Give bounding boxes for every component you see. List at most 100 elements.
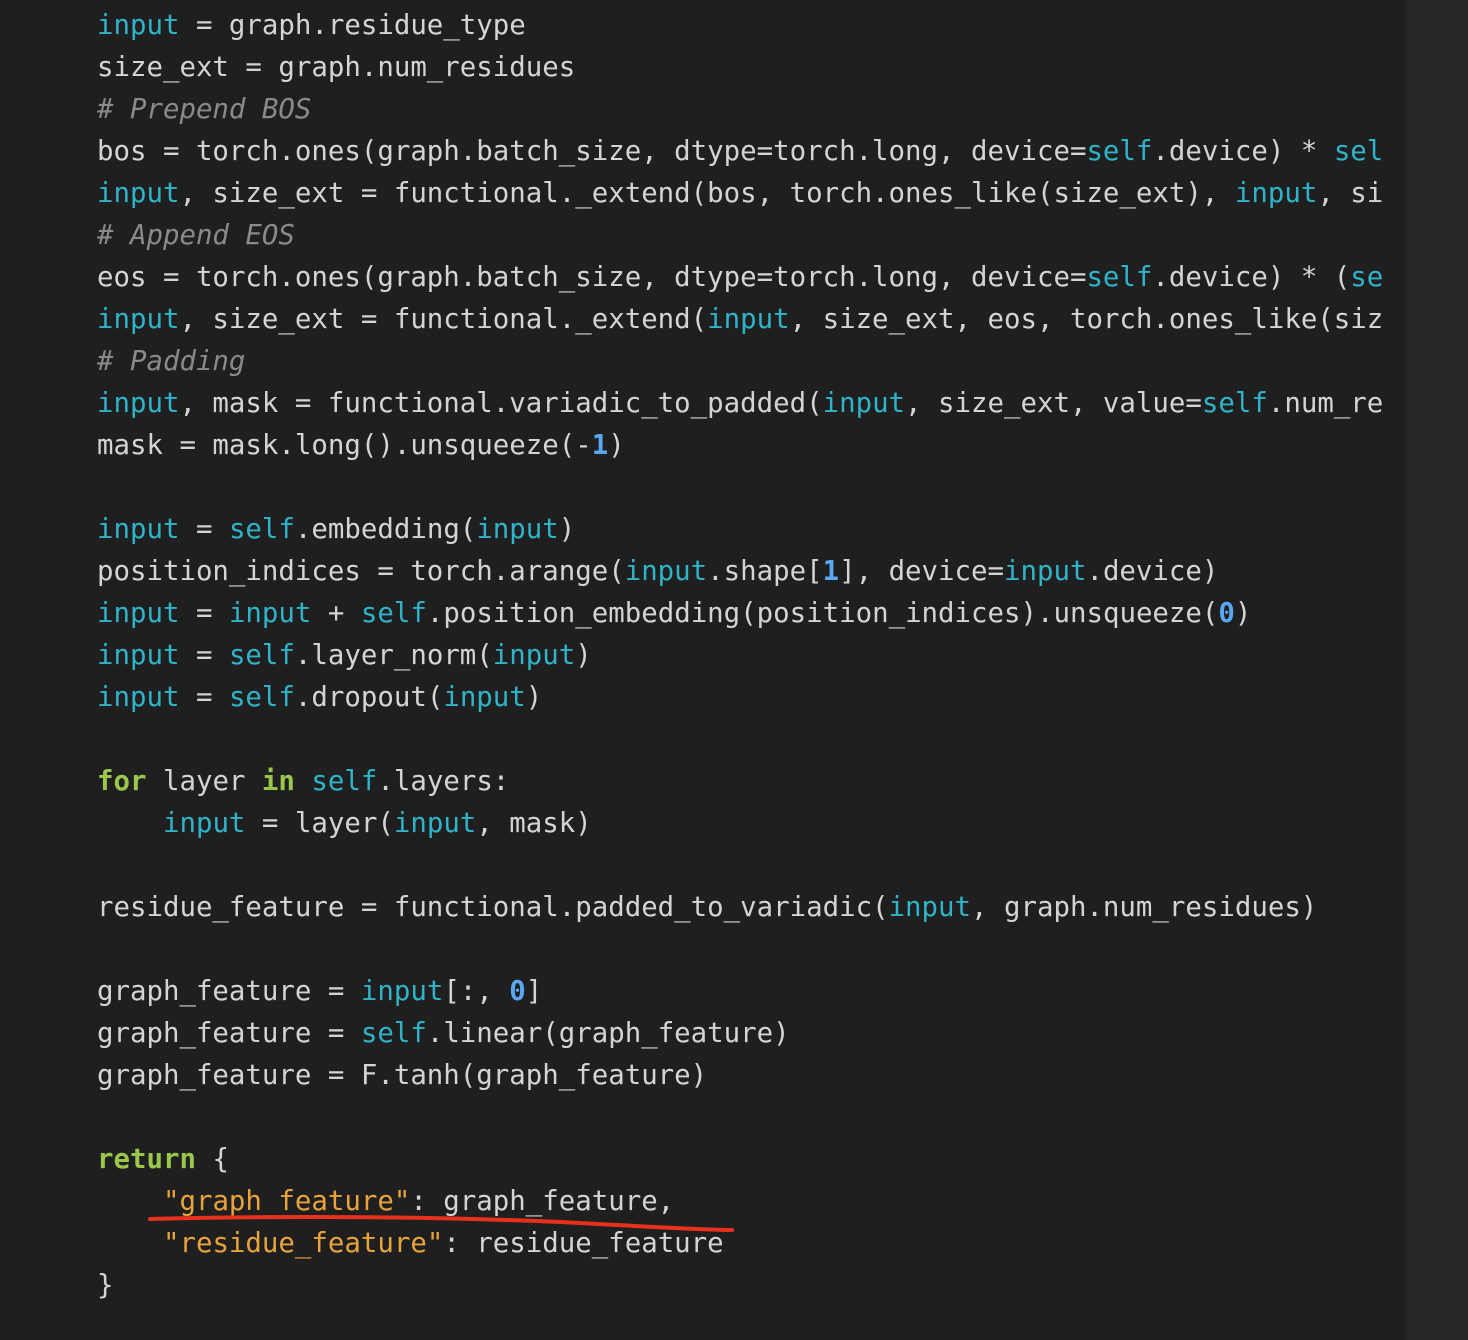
- code-line[interactable]: [97, 929, 1406, 971]
- code-token: graph_feature = F.tanh(graph_feature): [97, 1060, 708, 1091]
- code-token: input: [1004, 556, 1087, 587]
- code-token: ], device=: [839, 556, 1004, 587]
- code-token: input: [97, 682, 180, 713]
- code-token: # Prepend BOS: [97, 94, 312, 125]
- code-line[interactable]: }: [97, 1265, 1406, 1307]
- code-line[interactable]: input = self.layer_norm(input): [97, 635, 1406, 677]
- code-token: input: [228, 598, 312, 629]
- code-token: = layer(: [245, 808, 394, 839]
- code-token: ): [608, 430, 625, 461]
- code-token: input: [360, 976, 444, 1007]
- code-token: self: [1086, 136, 1153, 167]
- code-line[interactable]: input, mask = functional.variadic_to_pad…: [97, 383, 1406, 425]
- code-token: input: [97, 598, 180, 629]
- code-token: ]: [525, 976, 543, 1007]
- code-line[interactable]: input = graph.residue_type: [97, 5, 1406, 47]
- code-token: : graph_feature,: [410, 1186, 675, 1217]
- code-line[interactable]: [97, 845, 1406, 887]
- code-token: 0: [509, 976, 526, 1007]
- code-token: +: [311, 598, 361, 629]
- code-line[interactable]: graph_feature = self.linear(graph_featur…: [97, 1013, 1406, 1055]
- code-token: .layer_norm(: [294, 640, 493, 671]
- code-line[interactable]: bos = torch.ones(graph.batch_size, dtype…: [97, 131, 1406, 173]
- code-token: "residue_feature": [162, 1228, 444, 1259]
- code-token: self: [228, 514, 295, 545]
- code-token: ): [575, 640, 592, 671]
- code-token: , size_ext, eos, torch.ones_like(siz: [789, 304, 1384, 335]
- code-line[interactable]: for layer in self.layers:: [97, 761, 1406, 803]
- code-token: size_ext = graph.num_residues: [97, 52, 576, 83]
- code-token: input: [1234, 178, 1318, 209]
- code-line[interactable]: position_indices = torch.arange(input.sh…: [97, 551, 1406, 593]
- code-line[interactable]: input = layer(input, mask): [97, 803, 1406, 845]
- code-token: residue_feature = functional.padded_to_v…: [97, 892, 889, 923]
- code-token: position_indices = torch.arange(: [97, 556, 625, 587]
- code-line[interactable]: "graph_feature": graph_feature,: [97, 1181, 1406, 1223]
- code-token: .device) * (: [1152, 262, 1351, 293]
- code-token: , size_ext = functional._extend(bos, tor…: [179, 178, 1235, 209]
- code-token: ): [525, 682, 543, 713]
- code-token: return: [97, 1144, 196, 1175]
- code-line[interactable]: [97, 1097, 1406, 1139]
- code-token: .linear(graph_feature): [426, 1018, 790, 1049]
- code-token: 0: [1218, 598, 1235, 629]
- code-line[interactable]: input, size_ext = functional._extend(inp…: [97, 299, 1406, 341]
- code-token: self: [1086, 262, 1153, 293]
- code-line[interactable]: # Append EOS: [97, 215, 1406, 257]
- code-line[interactable]: return {: [97, 1139, 1406, 1181]
- code-line[interactable]: graph_feature = F.tanh(graph_feature): [97, 1055, 1406, 1097]
- code-token: sel: [1333, 136, 1384, 167]
- code-token: input: [624, 556, 708, 587]
- code-token: input: [97, 388, 180, 419]
- code-token: 1: [591, 430, 609, 461]
- code-line[interactable]: size_ext = graph.num_residues: [97, 47, 1406, 89]
- code-line[interactable]: eos = torch.ones(graph.batch_size, dtype…: [97, 257, 1406, 299]
- code-line[interactable]: [97, 719, 1406, 761]
- code-line[interactable]: input, size_ext = functional._extend(bos…: [97, 173, 1406, 215]
- code-token: mask = mask.long().unsqueeze(-: [97, 430, 592, 461]
- code-token: , si: [1317, 178, 1384, 209]
- code-token: bos = torch.ones(graph.batch_size, dtype…: [97, 136, 1087, 167]
- code-editor[interactable]: input = graph.residue_type size_ext = gra…: [0, 0, 1406, 1340]
- code-token: input: [492, 640, 576, 671]
- code-token: input: [822, 388, 906, 419]
- code-line[interactable]: # Prepend BOS: [97, 89, 1406, 131]
- code-token: "graph_feature": [162, 1186, 411, 1217]
- code-token: 1: [822, 556, 840, 587]
- code-token: graph_feature =: [97, 1018, 361, 1049]
- code-line[interactable]: residue_feature = functional.padded_to_v…: [97, 887, 1406, 929]
- code-line[interactable]: graph_feature = input[:, 0]: [97, 971, 1406, 1013]
- code-token: input: [97, 304, 180, 335]
- code-token: .num_re: [1267, 388, 1384, 419]
- code-token: eos = torch.ones(graph.batch_size, dtype…: [97, 262, 1087, 293]
- code-token: layer: [146, 766, 262, 797]
- code-line[interactable]: input = self.dropout(input): [97, 677, 1406, 719]
- code-token: input: [443, 682, 526, 713]
- code-token: .embedding(: [294, 514, 477, 545]
- code-token: input: [97, 10, 180, 41]
- code-token: =: [179, 514, 229, 545]
- code-token: input: [393, 808, 477, 839]
- code-line[interactable]: # Padding: [97, 341, 1406, 383]
- code-line[interactable]: [97, 467, 1406, 509]
- code-token: {: [195, 1144, 229, 1175]
- code-token: = graph.residue_type: [179, 10, 526, 41]
- code-token: input: [97, 514, 180, 545]
- code-line[interactable]: input = input + self.position_embedding(…: [97, 593, 1406, 635]
- code-line[interactable]: input = self.embedding(input): [97, 509, 1406, 551]
- code-token: input: [162, 808, 246, 839]
- code-token: input: [476, 514, 559, 545]
- code-token: .dropout(: [294, 682, 444, 713]
- code-line[interactable]: "residue_feature": residue_feature: [97, 1223, 1406, 1265]
- code-token: =: [179, 640, 229, 671]
- code-token: input: [707, 304, 790, 335]
- code-token: .position_embedding(position_indices).un…: [426, 598, 1219, 629]
- code-token: # Padding: [97, 346, 246, 377]
- code-token: =: [179, 682, 229, 713]
- code-token: ): [558, 514, 576, 545]
- code-line[interactable]: mask = mask.long().unsqueeze(-1): [97, 425, 1406, 467]
- code-token: .device): [1086, 556, 1219, 587]
- code-content[interactable]: input = graph.residue_type size_ext = gra…: [97, 5, 1406, 1307]
